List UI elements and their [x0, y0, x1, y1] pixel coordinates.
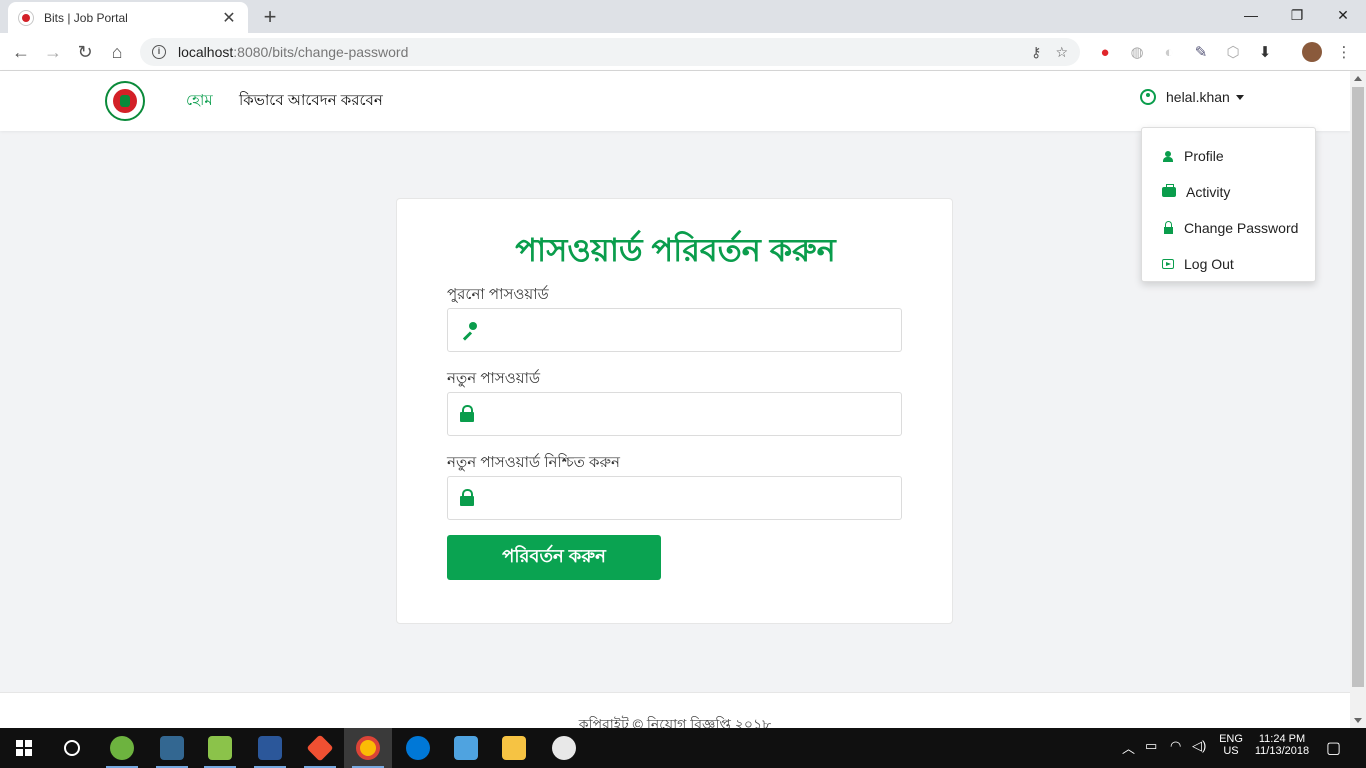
site-navbar: হোম কিভাবে আবেদন করবেন helal.khan — [0, 71, 1350, 131]
clock[interactable]: 11:24 PM 11/13/2018 — [1248, 733, 1316, 757]
scrollbar-thumb[interactable] — [1352, 87, 1364, 687]
new-tab-button[interactable]: + — [258, 4, 282, 30]
start-button[interactable] — [0, 728, 48, 768]
wifi-icon[interactable]: ◠ — [1170, 738, 1181, 754]
person-icon — [1163, 150, 1173, 162]
postgres-elephant-icon — [160, 736, 184, 760]
old-password-label: পুরনো পাসওয়ার্ড — [447, 286, 549, 303]
tools-extension-icon[interactable]: ✎ — [1191, 42, 1211, 62]
taskbar-control-panel[interactable] — [442, 728, 490, 768]
chrome-icon — [356, 736, 380, 760]
windows-logo-icon — [16, 740, 32, 756]
briefcase-icon — [1162, 184, 1176, 197]
taskbar-notepad[interactable] — [196, 728, 244, 768]
taskbar-spring-tool[interactable] — [98, 728, 146, 768]
unlock-icon — [1163, 220, 1173, 234]
taskbar-chrome[interactable] — [344, 728, 392, 768]
menu-item-label: Activity — [1186, 184, 1231, 200]
user-circle-icon — [1140, 89, 1156, 105]
menu-item-change-password[interactable]: Change Password — [1162, 220, 1298, 236]
shield-extension-icon[interactable]: ⬡ — [1223, 42, 1243, 62]
notification-icon[interactable]: ▢ — [1326, 738, 1341, 758]
confirm-password-input[interactable] — [484, 477, 901, 519]
profile-avatar-icon[interactable] — [1302, 42, 1322, 62]
new-password-label: নতুন পাসওয়ার্ড — [447, 370, 541, 387]
confirm-password-label: নতুন পাসওয়ার্ড নিশ্চিত করুন — [447, 454, 621, 471]
taskbar-edge[interactable] — [394, 728, 442, 768]
logout-icon — [1162, 259, 1174, 269]
url-text: localhost:8080/bits/change-password — [178, 44, 409, 60]
lock-icon — [460, 489, 474, 506]
taskbar-word[interactable] — [246, 728, 294, 768]
old-password-input[interactable] — [488, 309, 901, 351]
reload-icon[interactable]: ↻ — [72, 39, 98, 65]
restore-button[interactable]: ❐ — [1274, 0, 1320, 30]
key-icon — [460, 321, 478, 339]
menu-item-logout[interactable]: Log Out — [1162, 256, 1234, 272]
tray-chevron-up-icon[interactable]: ︿ — [1122, 738, 1135, 757]
taskbar-file-explorer[interactable] — [490, 728, 538, 768]
lock-icon — [460, 405, 474, 422]
new-password-field[interactable] — [447, 392, 902, 436]
notepad-icon — [208, 736, 232, 760]
key-icon[interactable]: ⚷ — [1031, 44, 1041, 61]
old-password-field[interactable] — [447, 308, 902, 352]
cortana-circle-icon — [64, 740, 80, 756]
government-logo[interactable] — [105, 81, 145, 121]
extension-icon[interactable]: ◐ — [1159, 42, 1179, 62]
address-bar[interactable]: i localhost:8080/bits/change-password ⚷ … — [140, 38, 1080, 66]
bookmark-star-icon[interactable]: ☆ — [1055, 44, 1068, 61]
cortana-button[interactable] — [48, 728, 96, 768]
taskbar-git[interactable] — [296, 728, 344, 768]
scroll-up-icon[interactable] — [1354, 76, 1362, 81]
paint-palette-icon — [552, 736, 576, 760]
home-icon[interactable]: ⌂ — [104, 39, 130, 65]
folder-icon — [502, 736, 526, 760]
globe-extension-icon[interactable]: ◍ — [1127, 42, 1147, 62]
nav-link-home[interactable]: হোম — [186, 89, 213, 114]
tab-title: Bits | Job Portal — [44, 10, 128, 25]
language-indicator[interactable]: ENG US — [1214, 733, 1248, 757]
menu-item-label: Profile — [1184, 148, 1224, 164]
user-dropdown-menu: Profile Activity Change Password Log Out — [1141, 127, 1316, 282]
username: helal.khan — [1166, 89, 1230, 105]
nav-link-how-to-apply[interactable]: কিভাবে আবেদন করবেন — [239, 89, 383, 114]
menu-item-activity[interactable]: Activity — [1162, 184, 1230, 200]
download-icon[interactable]: ⬇ — [1255, 42, 1275, 62]
scroll-down-icon[interactable] — [1354, 718, 1362, 723]
caret-down-icon — [1235, 94, 1244, 100]
edge-icon — [406, 736, 430, 760]
chrome-menu-icon[interactable]: ⋮ — [1334, 42, 1354, 62]
volume-icon[interactable]: ◁) — [1192, 738, 1206, 754]
user-menu-toggle[interactable]: helal.khan — [1140, 89, 1244, 105]
back-icon[interactable]: ← — [8, 39, 34, 65]
battery-icon[interactable]: ▭ — [1145, 738, 1157, 754]
site-footer: কপিরাইট © নিয়োগ বিজ্ঞপ্তি ২০১৮ — [0, 692, 1350, 732]
menu-item-profile[interactable]: Profile — [1162, 148, 1224, 164]
page-scrollbar[interactable] — [1350, 71, 1366, 728]
opera-extension-icon[interactable]: ● — [1095, 42, 1115, 62]
site-info-icon[interactable]: i — [152, 45, 166, 59]
window-close-button[interactable]: ✕ — [1320, 0, 1366, 30]
minimize-button[interactable]: — — [1228, 0, 1274, 30]
new-password-input[interactable] — [484, 393, 901, 435]
tab-close-icon[interactable]: ✕ — [220, 8, 238, 28]
menu-item-label: Log Out — [1184, 256, 1234, 272]
site-favicon-icon — [18, 9, 34, 26]
confirm-password-field[interactable] — [447, 476, 902, 520]
taskbar-paint[interactable] — [540, 728, 588, 768]
page-title: পাসওয়ার্ড পরিবর্তন করুন — [515, 232, 836, 268]
taskbar-pgadmin[interactable] — [148, 728, 196, 768]
spring-tool-icon — [110, 736, 134, 760]
browser-tab-strip: Bits | Job Portal ✕ + — ❐ ✕ — [0, 0, 1366, 33]
menu-item-label: Change Password — [1184, 220, 1299, 236]
word-icon — [258, 736, 282, 760]
change-password-button[interactable]: পরিবর্তন করুন — [447, 535, 661, 580]
browser-tab[interactable]: Bits | Job Portal ✕ — [8, 2, 248, 33]
change-password-card: পাসওয়ার্ড পরিবর্তন করুন পুরনো পাসওয়ার্… — [396, 198, 953, 624]
windows-taskbar — [0, 728, 1366, 768]
control-panel-icon — [454, 736, 478, 760]
forward-icon[interactable]: → — [40, 39, 66, 65]
git-icon — [306, 734, 334, 762]
